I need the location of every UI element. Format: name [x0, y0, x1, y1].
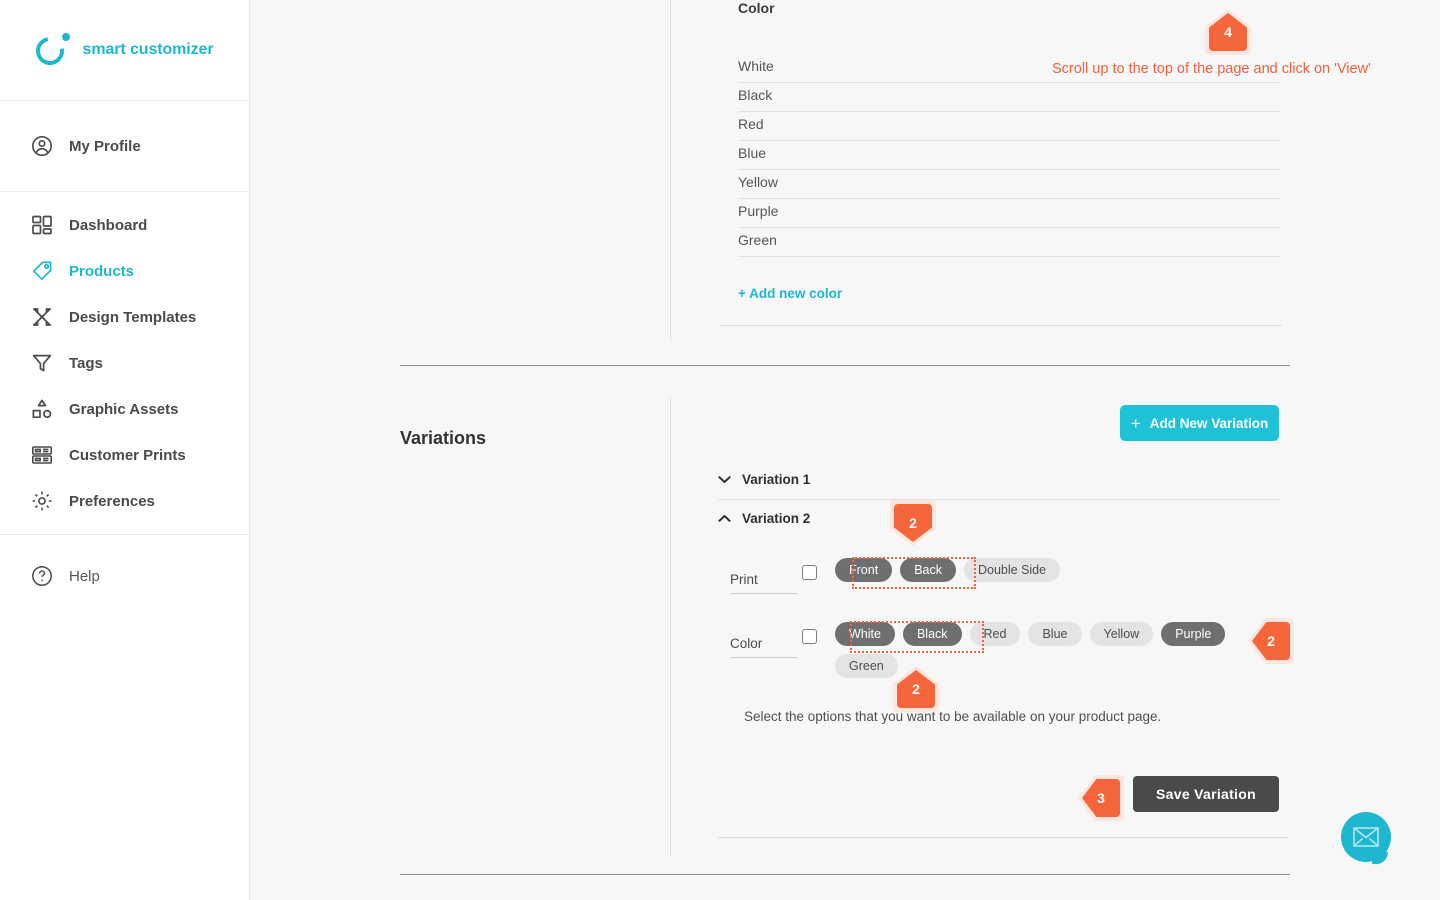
sidebar-item-label: Preferences [69, 492, 155, 510]
logo-mark-icon [30, 31, 70, 71]
option-pill-green[interactable]: Green [835, 654, 898, 678]
section-divider-bottom [400, 874, 1290, 875]
color-section-rule [720, 325, 1282, 326]
color-section-title: Color [738, 0, 775, 16]
user-circle-icon [30, 134, 54, 158]
sidebar-item-dashboard[interactable]: Dashboard [0, 202, 249, 248]
option-pill-front[interactable]: Front [835, 558, 893, 582]
option-label-wrap: Print [730, 556, 798, 594]
sidebar-item-label: Graphic Assets [69, 400, 179, 418]
sidebar-item-label: Dashboard [69, 216, 148, 234]
option-pill-blue[interactable]: Blue [1028, 622, 1082, 646]
save-variation-button[interactable]: Save Variation [1133, 776, 1279, 812]
sidebar-item-design-templates[interactable]: Design Templates [0, 294, 249, 340]
option-label-underline [730, 593, 798, 594]
dashboard-icon [30, 213, 54, 237]
option-pill-group-color: White Black Red Blue Yellow Purple Green [835, 620, 1295, 678]
option-row-color: Color White Black Red Blue Yellow Purple… [730, 620, 1295, 678]
chevron-up-icon [718, 514, 731, 523]
annotation-step-text: Scroll up to the top of the page and cli… [1052, 61, 1371, 77]
section-divider-top [400, 365, 1290, 366]
add-new-variation-button[interactable]: + Add New Variation [1120, 405, 1279, 441]
option-label: Color [730, 636, 763, 651]
option-pill-group-print: Front Back Double Side [835, 556, 1295, 582]
design-templates-icon [30, 305, 54, 329]
option-label-underline [730, 657, 798, 658]
option-label: Print [730, 572, 758, 587]
variation-group-label: Variation 2 [742, 511, 811, 526]
sidebar-item-graphic-assets[interactable]: Graphic Assets [0, 386, 249, 432]
color-list-item[interactable]: Black [738, 83, 1280, 112]
shapes-icon [30, 397, 54, 421]
color-list-item[interactable]: Red [738, 112, 1280, 141]
sidebar-item-label: Customer Prints [69, 446, 186, 464]
sidebar-item-tags[interactable]: Tags [0, 340, 249, 386]
sidebar-group-help: Help [0, 535, 249, 609]
variation-hint-text: Select the options that you want to be a… [744, 709, 1162, 724]
envelope-icon [1353, 827, 1379, 847]
sidebar-item-help[interactable]: Help [0, 553, 249, 599]
sidebar-item-products[interactable]: Products [0, 248, 249, 294]
tag-icon [30, 259, 54, 283]
variation-group-1[interactable]: Variation 1 [718, 472, 1280, 487]
sidebar-item-label: Tags [69, 354, 103, 372]
sidebar-group-main: Dashboard Products Design Templates Tags… [0, 192, 249, 535]
option-checkbox-color[interactable] [802, 629, 817, 644]
app-logo[interactable]: smart customizer [0, 0, 249, 101]
color-list-item[interactable]: Green [738, 228, 1280, 257]
sidebar-group-profile: My Profile [0, 101, 249, 192]
option-row-print: Print Front Back Double Side [730, 556, 1295, 594]
sidebar-item-my-profile[interactable]: My Profile [0, 123, 249, 169]
option-pill-black[interactable]: Black [902, 622, 962, 646]
option-pill-purple[interactable]: Purple [1161, 622, 1226, 646]
prints-icon [30, 443, 54, 467]
color-list-item[interactable]: Blue [738, 141, 1280, 170]
funnel-icon [30, 351, 54, 375]
add-new-variation-label: Add New Variation [1149, 415, 1269, 431]
logo-text: smart customizer [82, 41, 214, 58]
add-new-color-link[interactable]: + Add new color [738, 286, 1300, 301]
variation-group-label: Variation 1 [742, 472, 811, 487]
main-content: Color White Black Red Blue Yellow Purple… [250, 0, 1440, 900]
chevron-down-icon [718, 475, 731, 484]
column-divider-top [670, 0, 671, 340]
variation-group-divider [718, 499, 1280, 500]
color-list: White Black Red Blue Yellow Purple Green [738, 54, 1300, 257]
sidebar-item-label: Help [69, 567, 100, 585]
sidebar-item-label: Design Templates [69, 308, 197, 326]
plus-icon: + [1130, 413, 1141, 433]
question-circle-icon [30, 564, 54, 588]
gear-icon [30, 489, 54, 513]
support-chat-button[interactable] [1341, 812, 1391, 862]
sidebar-item-label: My Profile [69, 137, 141, 155]
option-checkbox-print[interactable] [802, 565, 817, 580]
sidebar: smart customizer My Profile Dashboard Pr… [0, 0, 250, 900]
option-pill-yellow[interactable]: Yellow [1089, 622, 1154, 646]
color-list-item[interactable]: Yellow [738, 170, 1280, 199]
variation-group-2[interactable]: Variation 2 [718, 511, 1280, 526]
color-list-item[interactable]: Purple [738, 199, 1280, 228]
variations-title: Variations [400, 428, 487, 448]
option-pill-double-side[interactable]: Double Side [963, 558, 1061, 582]
sidebar-item-customer-prints[interactable]: Customer Prints [0, 432, 249, 478]
sidebar-item-label: Products [69, 262, 135, 280]
variation-bottom-rule [718, 837, 1288, 838]
sidebar-item-preferences[interactable]: Preferences [0, 478, 249, 524]
option-pill-red[interactable]: Red [969, 622, 1021, 646]
option-pill-white[interactable]: White [835, 622, 895, 646]
option-pill-back[interactable]: Back [900, 558, 956, 582]
option-label-wrap: Color [730, 620, 798, 658]
column-divider-bottom [670, 398, 671, 856]
